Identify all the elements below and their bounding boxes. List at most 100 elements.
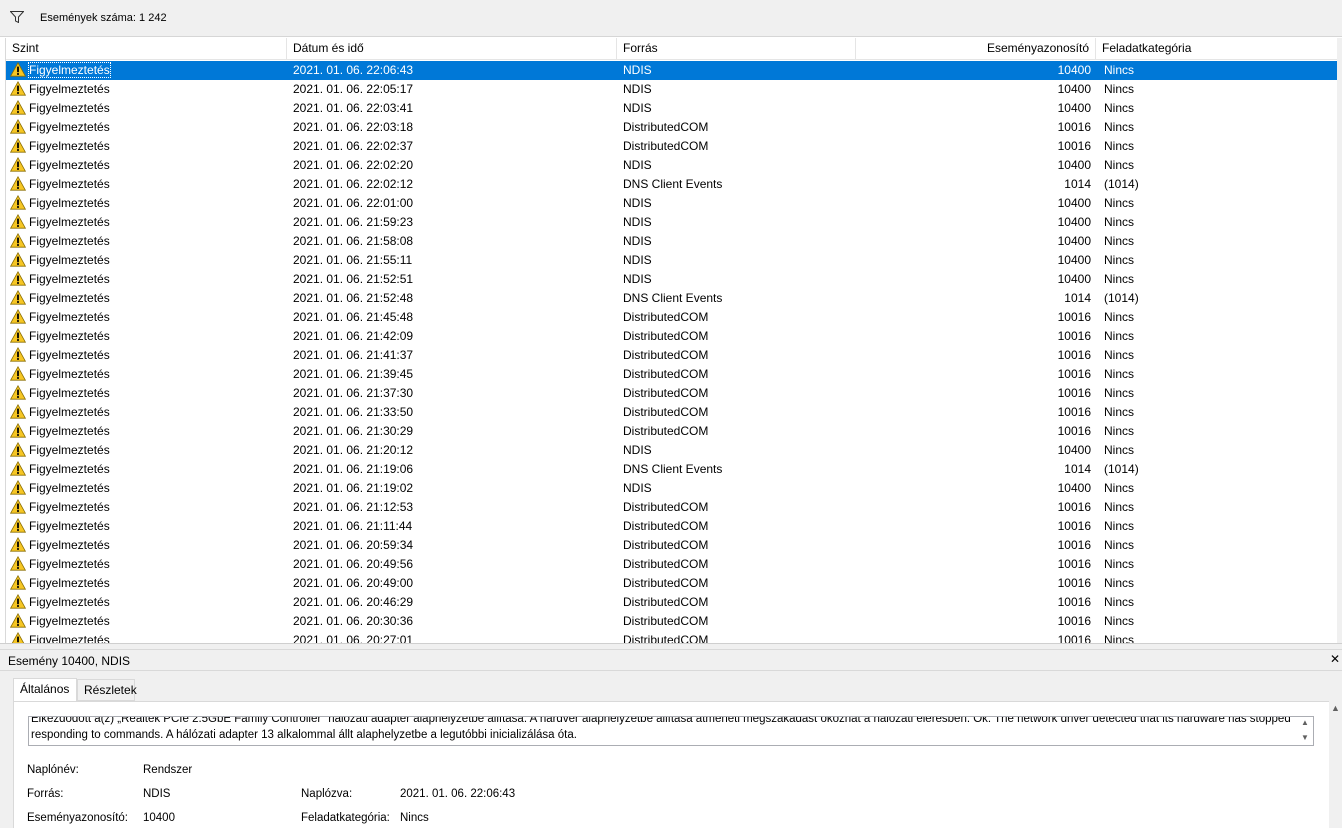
level-text: Figyelmeztetés [29, 443, 110, 457]
category-cell: Nincs [1104, 424, 1135, 438]
date-cell: 2021. 01. 06. 22:06:43 [293, 63, 414, 77]
source-cell: NDIS [623, 101, 652, 115]
level-text: Figyelmeztetés [29, 481, 110, 495]
table-row[interactable]: Figyelmeztetés 2021. 01. 06. 21:39:45 Dist… [6, 365, 1339, 384]
table-row[interactable]: Figyelmeztetés 2021. 01. 06. 22:01:00 NDIS… [6, 194, 1339, 213]
level-cell: Figyelmeztetés [10, 422, 285, 441]
column-header-level[interactable]: Szint [6, 38, 287, 60]
level-cell: Figyelmeztetés [10, 175, 285, 194]
source-cell: NDIS [623, 63, 652, 77]
level-text: Figyelmeztetés [29, 310, 110, 324]
column-header-date-label: Dátum és idő [293, 41, 364, 55]
scroll-up-icon[interactable]: ▲ [1331, 703, 1340, 713]
level-text: Figyelmeztetés [29, 253, 110, 267]
table-row[interactable]: Figyelmeztetés 2021. 01. 06. 20:59:34 Dist… [6, 536, 1339, 555]
scroll-down-icon[interactable]: ▼ [1301, 733, 1309, 742]
tab-details[interactable]: Részletek [77, 679, 137, 701]
warning-icon [10, 137, 27, 153]
level-text: Figyelmeztetés [29, 367, 110, 381]
table-row[interactable]: Figyelmeztetés 2021. 01. 06. 21:52:48 DNS … [6, 289, 1339, 308]
table-row[interactable]: Figyelmeztetés 2021. 01. 06. 21:37:30 Dist… [6, 384, 1339, 403]
warning-icon [10, 479, 27, 495]
category-cell: Nincs [1104, 63, 1135, 77]
warning-icon [10, 574, 27, 590]
logged-value: 2021. 01. 06. 22:06:43 [400, 788, 516, 800]
warning-icon [10, 422, 27, 438]
filter-funnel-icon[interactable] [10, 11, 24, 23]
date-cell: 2021. 01. 06. 21:52:48 [293, 291, 414, 305]
table-row[interactable]: Figyelmeztetés 2021. 01. 06. 21:58:08 NDIS… [6, 232, 1339, 251]
table-row[interactable]: Figyelmeztetés 2021. 01. 06. 21:41:37 Dist… [6, 346, 1339, 365]
table-row[interactable]: Figyelmeztetés 2021. 01. 06. 21:33:50 Dist… [6, 403, 1339, 422]
logged-label: Naplózva: [301, 788, 353, 800]
table-row[interactable]: Figyelmeztetés 2021. 01. 06. 21:19:02 NDIS… [6, 479, 1339, 498]
tab-general[interactable]: Általános [13, 678, 77, 702]
date-cell: 2021. 01. 06. 21:45:48 [293, 310, 414, 324]
scroll-up-icon[interactable]: ▲ [1301, 718, 1309, 727]
table-row[interactable]: Figyelmeztetés 2021. 01. 06. 21:59:23 NDIS… [6, 213, 1339, 232]
date-cell: 2021. 01. 06. 22:01:00 [293, 196, 414, 210]
date-cell: 2021. 01. 06. 21:20:12 [293, 443, 414, 457]
level-cell: Figyelmeztetés [10, 232, 285, 251]
level-cell: Figyelmeztetés [10, 213, 285, 232]
column-header-date[interactable]: Dátum és idő ﹀ [287, 38, 617, 60]
level-text: Figyelmeztetés [29, 291, 110, 305]
event-count-bar: Események száma: 1 242 [0, 0, 1342, 37]
date-cell: 2021. 01. 06. 21:19:02 [293, 481, 414, 495]
table-row[interactable]: Figyelmeztetés 2021. 01. 06. 20:46:29 Dist… [6, 593, 1339, 612]
table-header: Szint Dátum és idő ﹀ Forrás Eseményazono… [6, 38, 1342, 60]
table-row[interactable]: Figyelmeztetés 2021. 01. 06. 22:02:37 Dist… [6, 137, 1339, 156]
table-row[interactable]: Figyelmeztetés 2021. 01. 06. 21:11:44 Dist… [6, 517, 1339, 536]
level-cell: Figyelmeztetés [10, 270, 285, 289]
source-cell: NDIS [623, 272, 652, 286]
date-cell: 2021. 01. 06. 21:58:08 [293, 234, 414, 248]
level-text: Figyelmeztetés [29, 101, 110, 115]
table-row[interactable]: Figyelmeztetés 2021. 01. 06. 20:49:00 Dist… [6, 574, 1339, 593]
date-cell: 2021. 01. 06. 21:19:06 [293, 462, 414, 476]
column-header-category[interactable]: Feladatkategória [1096, 38, 1341, 60]
level-text: Figyelmeztetés [29, 519, 110, 533]
table-row[interactable]: Figyelmeztetés 2021. 01. 06. 20:27:01 Dist… [6, 631, 1339, 643]
table-row[interactable]: Figyelmeztetés 2021. 01. 06. 21:55:11 NDIS… [6, 251, 1339, 270]
event-id-cell: 10016 [1057, 348, 1091, 362]
date-cell: 2021. 01. 06. 22:05:17 [293, 82, 414, 96]
source-cell: DistributedCOM [623, 329, 709, 343]
table-row[interactable]: Figyelmeztetés 2021. 01. 06. 21:30:29 Dist… [6, 422, 1339, 441]
detail-scrollbar[interactable]: ▲ [1329, 701, 1342, 828]
close-icon[interactable]: ✕ [1330, 652, 1340, 666]
category-cell: Nincs [1104, 139, 1135, 153]
table-row[interactable]: Figyelmeztetés 2021. 01. 06. 22:06:43 NDIS… [6, 61, 1339, 80]
description-scrollbar[interactable]: ▲ ▼ [1298, 717, 1312, 745]
source-cell: DistributedCOM [623, 310, 709, 324]
column-header-source[interactable]: Forrás [617, 38, 856, 60]
column-header-event-id[interactable]: Eseményazonosító [856, 38, 1096, 60]
table-row[interactable]: Figyelmeztetés 2021. 01. 06. 20:49:56 Dist… [6, 555, 1339, 574]
table-row[interactable]: Figyelmeztetés 2021. 01. 06. 22:03:41 NDIS… [6, 99, 1339, 118]
table-row[interactable]: Figyelmeztetés 2021. 01. 06. 21:42:09 Dist… [6, 327, 1339, 346]
event-list-table[interactable]: Szint Dátum és idő ﹀ Forrás Eseményazono… [5, 38, 1342, 643]
category-value: Nincs [400, 812, 429, 824]
level-cell: Figyelmeztetés [10, 574, 285, 593]
event-description-box[interactable]: Elkezdődött a(z) „Realtek PCIe 2.5GbE Fa… [28, 716, 1314, 746]
table-row[interactable]: Figyelmeztetés 2021. 01. 06. 21:45:48 Dist… [6, 308, 1339, 327]
table-row[interactable]: Figyelmeztetés 2021. 01. 06. 21:52:51 NDIS… [6, 270, 1339, 289]
table-row[interactable]: Figyelmeztetés 2021. 01. 06. 21:12:53 Dist… [6, 498, 1339, 517]
category-cell: Nincs [1104, 234, 1135, 248]
warning-icon [10, 384, 27, 400]
table-row[interactable]: Figyelmeztetés 2021. 01. 06. 22:02:12 DNS … [6, 175, 1339, 194]
event-id-cell: 10016 [1057, 614, 1091, 628]
level-cell: Figyelmeztetés [10, 118, 285, 137]
warning-icon [10, 289, 27, 305]
table-row[interactable]: Figyelmeztetés 2021. 01. 06. 22:03:18 Dist… [6, 118, 1339, 137]
table-row[interactable]: Figyelmeztetés 2021. 01. 06. 20:30:36 Dist… [6, 612, 1339, 631]
source-cell: DNS Client Events [623, 291, 723, 305]
warning-icon [10, 441, 27, 457]
table-row[interactable]: Figyelmeztetés 2021. 01. 06. 22:02:20 NDIS… [6, 156, 1339, 175]
table-scrollbar[interactable] [1337, 38, 1342, 643]
table-row[interactable]: Figyelmeztetés 2021. 01. 06. 21:20:12 NDIS… [6, 441, 1339, 460]
date-cell: 2021. 01. 06. 21:59:23 [293, 215, 414, 229]
category-cell: Nincs [1104, 576, 1135, 590]
table-row[interactable]: Figyelmeztetés 2021. 01. 06. 22:05:17 NDIS… [6, 80, 1339, 99]
table-row[interactable]: Figyelmeztetés 2021. 01. 06. 21:19:06 DNS … [6, 460, 1339, 479]
category-cell: Nincs [1104, 158, 1135, 172]
